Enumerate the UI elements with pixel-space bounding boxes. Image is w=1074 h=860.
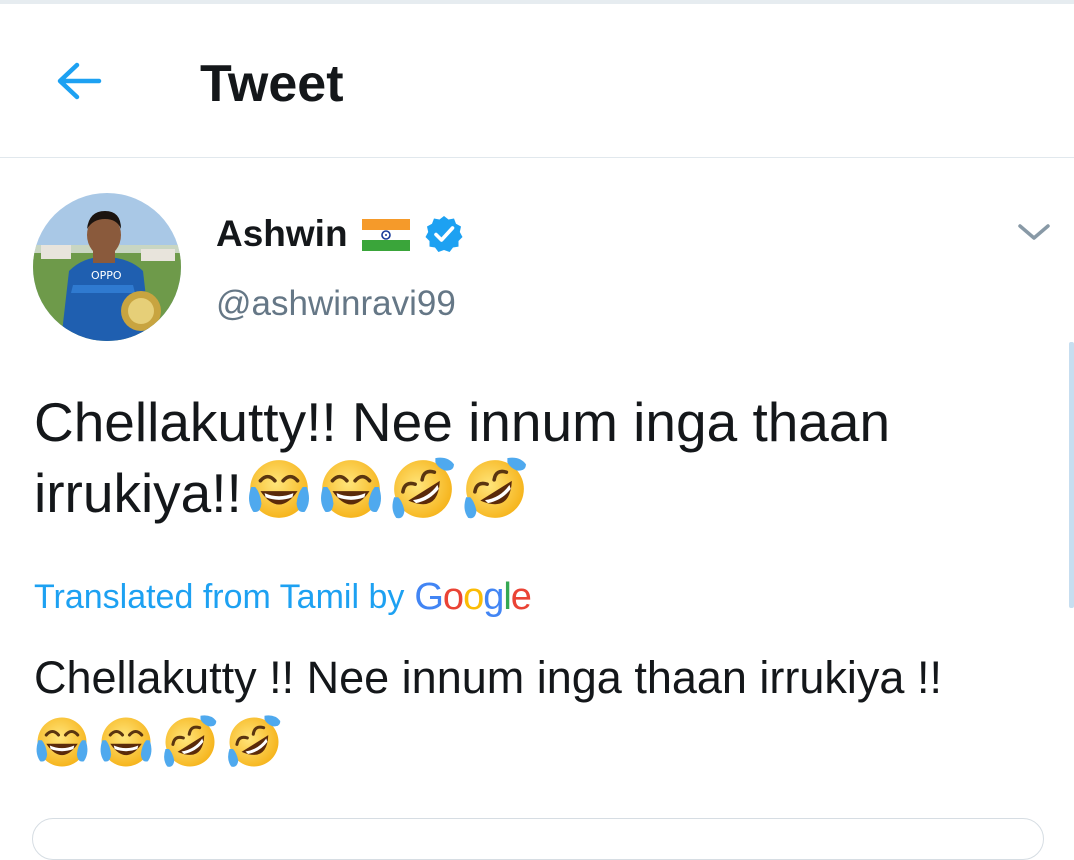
translated-text-block: Chellakutty !! Nee innum inga thaan irru… [34,648,1054,770]
india-flag-icon [362,219,410,251]
face-with-tears-of-joy-icon [246,456,312,522]
avatar[interactable]: OPPO [33,193,181,341]
svg-text:OPPO: OPPO [91,269,122,282]
translation-text: Chellakutty !! Nee innum inga thaan irru… [34,652,942,703]
back-button[interactable] [50,56,106,106]
rolling-on-the-floor-laughing-icon [162,714,218,770]
author-handle[interactable]: @ashwinravi99 [216,282,456,326]
google-logo: Google [414,575,532,618]
page-title: Tweet [200,55,344,113]
author-name[interactable]: Ashwin [216,212,348,256]
rolling-on-the-floor-laughing-icon [226,714,282,770]
rolling-on-the-floor-laughing-icon [462,456,528,522]
embedded-card[interactable] [32,818,1044,860]
tweet-emojis [246,456,528,522]
face-with-tears-of-joy-icon [318,456,384,522]
translation-attribution[interactable]: Translated from Tamil by Google [34,572,532,622]
translation-label: Translated from Tamil by [34,577,405,616]
chevron-down-icon [1018,224,1050,240]
rolling-on-the-floor-laughing-icon [390,456,456,522]
tweet-body: Chellakutty!! Nee innum inga thaan irruk… [34,388,1034,527]
scrollbar[interactable] [1069,342,1074,608]
translation-emojis [34,714,1054,770]
arrow-left-icon [57,62,102,100]
verified-badge-icon [425,216,463,252]
face-with-tears-of-joy-icon [98,714,154,770]
tweet-menu-button[interactable] [1012,214,1056,250]
app-header: Tweet [0,4,1074,158]
face-with-tears-of-joy-icon [34,714,90,770]
